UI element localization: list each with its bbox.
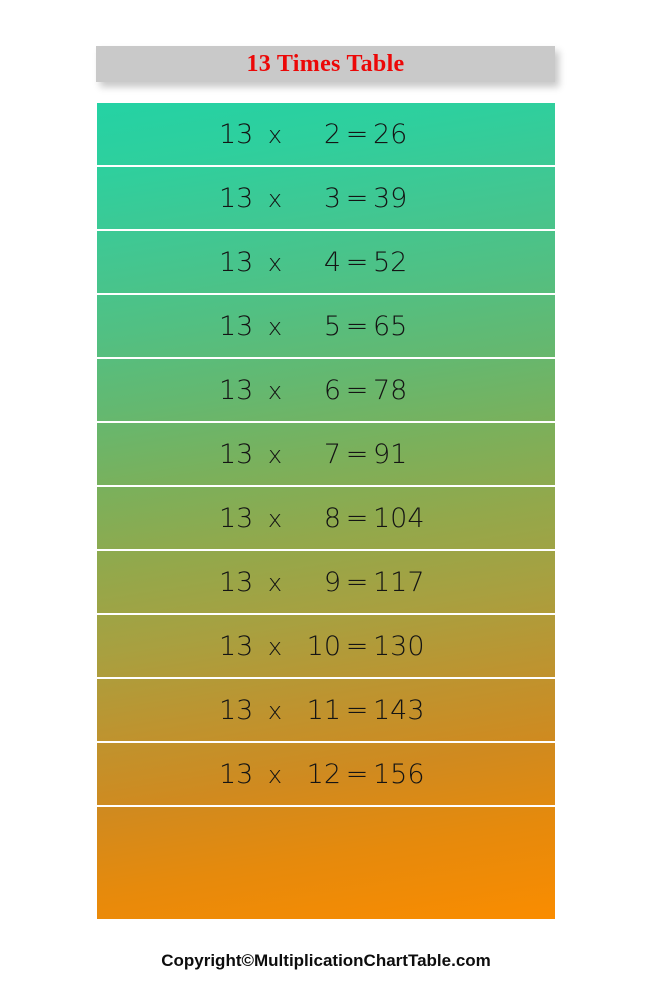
- table-row: 13 x 12 = 156: [97, 743, 555, 807]
- product: 117: [373, 566, 425, 598]
- operator-icon: x: [267, 440, 283, 469]
- multiplier: 5: [323, 310, 341, 342]
- equation: 13 x 7 = 91: [219, 441, 433, 468]
- equals-sign: =: [345, 630, 369, 662]
- equation: 13 x 6 = 78: [219, 377, 433, 404]
- operator-icon: x: [267, 120, 283, 149]
- page-title: 13 Times Table: [246, 51, 405, 77]
- equals-sign: =: [345, 246, 369, 278]
- product: 91: [373, 438, 408, 470]
- equation: 13 x 5 = 65: [219, 313, 433, 340]
- equals-sign: =: [345, 374, 369, 406]
- copyright-footer: Copyright©MultiplicationChartTable.com: [161, 951, 491, 970]
- multiplicand: 13: [219, 502, 254, 534]
- multiplicand: 13: [219, 566, 254, 598]
- operator-icon: x: [267, 696, 283, 725]
- equals-sign: =: [345, 502, 369, 534]
- multiplier: 10: [306, 630, 341, 662]
- equals-sign: =: [345, 438, 369, 470]
- multiplier: 11: [306, 694, 341, 726]
- operator-icon: x: [267, 376, 283, 405]
- table-row: 13 x 10 = 130: [97, 615, 555, 679]
- multiplicand: 13: [219, 310, 254, 342]
- product: 39: [373, 182, 408, 214]
- equals-sign: =: [345, 566, 369, 598]
- table-row: 13 x 9 = 117: [97, 551, 555, 615]
- equation: 13 x 9 = 117: [219, 569, 433, 596]
- equation: 13 x 10 = 130: [219, 633, 433, 660]
- operator-icon: x: [267, 760, 283, 789]
- table-row: 13 x 6 = 78: [97, 359, 555, 423]
- operator-icon: x: [267, 312, 283, 341]
- product: 143: [373, 694, 425, 726]
- equals-sign: =: [345, 758, 369, 790]
- equals-sign: =: [345, 182, 369, 214]
- multiplicand: 13: [219, 694, 254, 726]
- multiplier: 9: [323, 566, 341, 598]
- equals-sign: =: [345, 694, 369, 726]
- table-row: 13 x 11 = 143: [97, 679, 555, 743]
- multiplier: 12: [306, 758, 341, 790]
- table-row: 13 x 3 = 39: [97, 167, 555, 231]
- equals-sign: =: [345, 118, 369, 150]
- product: 65: [373, 310, 408, 342]
- equals-sign: =: [345, 310, 369, 342]
- table-row: 13 x 8 = 104: [97, 487, 555, 551]
- product: 130: [373, 630, 425, 662]
- operator-icon: x: [267, 632, 283, 661]
- multiplier: 7: [323, 438, 341, 470]
- product: 156: [373, 758, 425, 790]
- equation: 13 x 8 = 104: [219, 505, 433, 532]
- product: 104: [373, 502, 425, 534]
- equation: 13 x 3 = 39: [219, 185, 433, 212]
- multiplicand: 13: [219, 758, 254, 790]
- multiplication-table: 13 x 2 = 26 13 x 3 = 39 13 x 4 = 52 13 x 5 = 65 13 x 6 = 78 13 x 7 =…: [97, 103, 555, 919]
- product: 52: [373, 246, 408, 278]
- multiplicand: 13: [219, 630, 254, 662]
- multiplicand: 13: [219, 118, 254, 150]
- equation: 13 x 2 = 26: [219, 121, 433, 148]
- times-table-page: 13 Times Table 13 x 2 = 26 13 x 3 = 39 13 x 4 = 52 13 x 5…: [0, 0, 652, 1000]
- operator-icon: x: [267, 184, 283, 213]
- operator-icon: x: [267, 504, 283, 533]
- table-row: 13 x 2 = 26: [97, 103, 555, 167]
- table-rows: 13 x 2 = 26 13 x 3 = 39 13 x 4 = 52 13 x 5 = 65 13 x 6 = 78 13 x 7 =…: [97, 103, 555, 919]
- multiplier: 8: [323, 502, 341, 534]
- equation: 13 x 4 = 52: [219, 249, 433, 276]
- operator-icon: x: [267, 568, 283, 597]
- product: 78: [373, 374, 408, 406]
- product: 26: [373, 118, 408, 150]
- equation: 13 x 12 = 156: [219, 761, 433, 788]
- multiplier: 4: [323, 246, 341, 278]
- table-row: 13 x 7 = 91: [97, 423, 555, 487]
- blank-row: [97, 807, 555, 919]
- multiplicand: 13: [219, 374, 254, 406]
- multiplicand: 13: [219, 246, 254, 278]
- title-bar: 13 Times Table: [96, 46, 555, 82]
- multiplier: 3: [323, 182, 341, 214]
- multiplicand: 13: [219, 438, 254, 470]
- multiplicand: 13: [219, 182, 254, 214]
- table-row: 13 x 4 = 52: [97, 231, 555, 295]
- multiplier: 6: [323, 374, 341, 406]
- operator-icon: x: [267, 248, 283, 277]
- table-row: 13 x 5 = 65: [97, 295, 555, 359]
- multiplier: 2: [323, 118, 341, 150]
- equation: 13 x 11 = 143: [219, 697, 433, 724]
